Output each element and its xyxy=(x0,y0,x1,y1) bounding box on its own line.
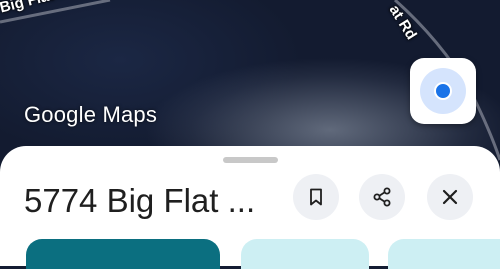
share-button[interactable] xyxy=(359,174,405,220)
my-location-halo xyxy=(420,68,466,114)
close-icon xyxy=(442,189,458,205)
share-icon xyxy=(373,187,391,207)
google-maps-logo: Google Maps xyxy=(24,102,158,127)
sheet-drag-handle[interactable] xyxy=(223,157,278,163)
place-bottom-sheet[interactable]: 5774 Big Flat ... xyxy=(0,146,500,269)
my-location-dot-icon xyxy=(434,82,452,100)
tertiary-action-chip[interactable] xyxy=(388,239,500,269)
bookmark-icon xyxy=(310,188,322,206)
place-title: 5774 Big Flat ... xyxy=(24,182,256,219)
primary-action-chip[interactable] xyxy=(26,239,220,269)
my-location-button[interactable] xyxy=(410,58,476,124)
secondary-action-chip[interactable] xyxy=(241,239,369,269)
save-button[interactable] xyxy=(293,174,339,220)
close-button[interactable] xyxy=(427,174,473,220)
